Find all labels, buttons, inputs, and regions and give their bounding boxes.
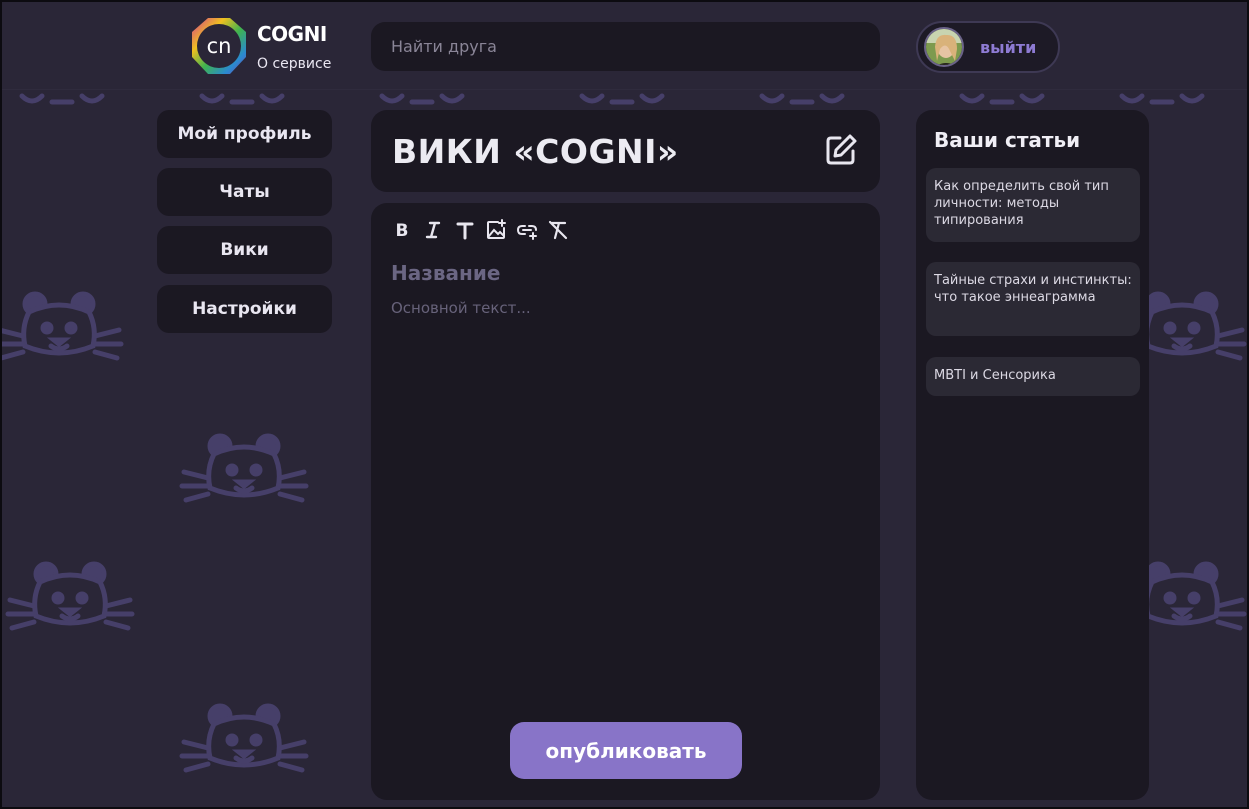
article-item[interactable]: MBTI и Сенсорика	[926, 357, 1140, 396]
edit-icon[interactable]	[823, 132, 859, 168]
image-add-icon[interactable]	[485, 219, 507, 241]
your-articles-title: Ваши статьи	[934, 128, 1081, 152]
article-body-field[interactable]: Основной текст...	[391, 299, 531, 317]
cogni-logo[interactable]: cn	[190, 17, 248, 75]
svg-text:B: B	[396, 221, 409, 241]
brand-name: COGNI	[257, 22, 327, 46]
about-link[interactable]: О сервисе	[257, 56, 331, 72]
bold-icon[interactable]: B	[391, 219, 413, 241]
search-input[interactable]	[371, 22, 880, 71]
nav-chats[interactable]: Чаты	[157, 168, 332, 216]
top-bar: cn COGNI О сервисе выйти	[2, 2, 1247, 90]
nav-settings[interactable]: Настройки	[157, 285, 332, 333]
article-title-field[interactable]: Название	[391, 261, 500, 285]
logout-label: выйти	[980, 38, 1037, 57]
clear-format-icon[interactable]	[547, 219, 569, 241]
italic-icon[interactable]	[422, 219, 444, 241]
nav-my-profile[interactable]: Мой профиль	[157, 110, 332, 158]
wiki-title-card: ВИКИ «COGNI»	[371, 110, 880, 192]
avatar	[924, 27, 964, 67]
link-add-icon[interactable]	[516, 219, 538, 241]
publish-button[interactable]: опубликовать	[510, 722, 742, 779]
text-icon[interactable]	[454, 219, 476, 241]
your-articles-panel: Ваши статьи Как определить свой тип личн…	[916, 110, 1149, 800]
article-item[interactable]: Как определить свой тип личности: методы…	[926, 168, 1140, 242]
article-editor: B Название Основной текст... опубликоват…	[371, 203, 880, 800]
nav-wiki[interactable]: Вики	[157, 226, 332, 274]
logout-button[interactable]: выйти	[916, 21, 1060, 73]
app-window: cn COGNI О сервисе выйти Мой профиль Чат…	[0, 0, 1249, 809]
page-title: ВИКИ «COGNI»	[392, 132, 679, 171]
article-item[interactable]: Тайные страхи и инстинкты: что такое энн…	[926, 262, 1140, 336]
svg-text:cn: cn	[207, 34, 232, 58]
